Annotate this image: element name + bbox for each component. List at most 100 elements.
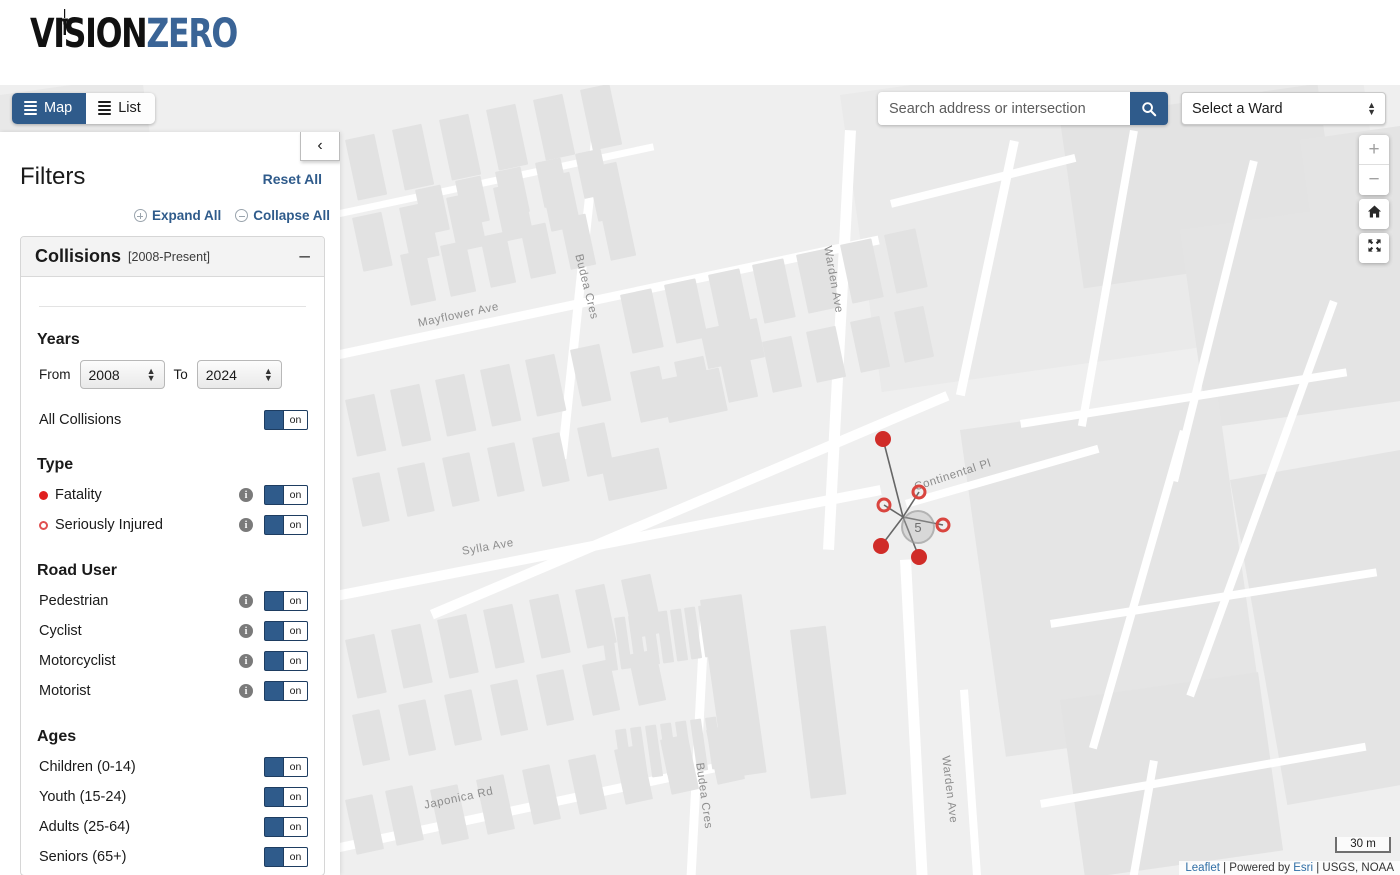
site-logo[interactable]: VISIONZERO (30, 9, 265, 57)
search-group (878, 92, 1168, 125)
search-input[interactable] (878, 92, 1130, 125)
map-building (345, 393, 387, 457)
info-icon[interactable]: i (239, 594, 253, 608)
years-row: From 2008 ▲ ▼ To 2024 ▲ ▼ (37, 360, 308, 389)
cluster-marker[interactable]: 5 (901, 510, 935, 544)
fatality-marker[interactable] (911, 549, 927, 565)
map-building (435, 373, 477, 437)
home-button[interactable] (1359, 199, 1389, 229)
map-building (529, 593, 571, 659)
filter-row-seriously-injured: Seriously Injured i on (37, 510, 308, 540)
info-icon[interactable]: i (239, 654, 253, 668)
minus-icon[interactable]: – (299, 247, 310, 266)
map-building (660, 367, 728, 424)
info-icon[interactable]: i (239, 624, 253, 638)
filter-controls: on (264, 847, 308, 867)
tab-map-label: Map (44, 100, 73, 116)
filters-panel: ‹ Filters Reset All Expand All Collapse … (0, 132, 340, 875)
info-icon[interactable]: i (239, 684, 253, 698)
toggle-seriously-injured[interactable]: on (264, 515, 308, 535)
toggle-fatality[interactable]: on (264, 485, 308, 505)
collisions-card-header[interactable]: Collisions [2008-Present] – (21, 237, 324, 277)
filter-controls: i on (239, 651, 308, 671)
reset-all-button[interactable]: Reset All (263, 171, 322, 187)
zoom-in-button[interactable]: + (1359, 135, 1389, 165)
toggle-children-0-14[interactable]: on (264, 757, 308, 777)
filter-label-wrap: Adults (25-64) (39, 819, 130, 835)
year-from-select[interactable]: 2008 ▲ ▼ (79, 360, 165, 389)
filter-label: Adults (25-64) (39, 819, 131, 835)
map-building (390, 383, 432, 447)
filter-label: Seniors (65+) (39, 849, 127, 865)
toggle-cyclist[interactable]: on (264, 621, 308, 641)
toggle-youth-15-24[interactable]: on (264, 787, 308, 807)
zoom-controls[interactable]: + − (1359, 135, 1389, 195)
list-lines-icon (98, 101, 112, 116)
filter-controls: i on (239, 591, 308, 611)
year-to-value: 2024 (205, 366, 237, 383)
filter-label-wrap: Fatality (39, 487, 102, 503)
toggle-seniors-65[interactable]: on (264, 847, 308, 867)
map-scale-bar: 30 m (1335, 837, 1391, 853)
year-to-select[interactable]: 2024 ▲ ▼ (196, 360, 282, 389)
toggle-state-label: on (283, 622, 307, 640)
serious-injury-marker[interactable] (911, 484, 927, 500)
tab-list[interactable]: List (86, 93, 155, 124)
toggle-state-label: on (283, 486, 307, 504)
collapse-panel-button[interactable]: ‹ (300, 132, 340, 161)
tab-map[interactable]: Map (12, 93, 87, 124)
map-building (480, 363, 522, 427)
toggle-pedestrian[interactable]: on (264, 591, 308, 611)
map-building (476, 774, 516, 835)
collisions-card-range: [2008-Present] (128, 249, 211, 264)
map-building (439, 113, 482, 181)
ward-select[interactable]: Select a Ward ▲ ▼ (1181, 92, 1386, 125)
section-divider (39, 306, 306, 307)
collapse-all-button[interactable]: Collapse All (235, 208, 330, 223)
expand-all-button[interactable]: Expand All (133, 208, 221, 223)
home-control[interactable] (1359, 199, 1389, 229)
filter-label: Motorist (39, 683, 91, 699)
map-building (345, 633, 387, 699)
attribution-leaflet-link[interactable]: Leaflet (1185, 862, 1220, 874)
map-road (900, 559, 928, 875)
ward-select-value: Select a Ward (1192, 100, 1283, 117)
toggle-all-collisions[interactable]: on (264, 410, 308, 430)
attribution-esri-link[interactable]: Esri (1293, 862, 1313, 874)
brand-header: VISIONZERO (0, 0, 1400, 85)
filter-label: Seriously Injured (55, 517, 163, 533)
toggle-motorcyclist[interactable]: on (264, 651, 308, 671)
filter-label: Cyclist (39, 623, 82, 639)
info-icon[interactable]: i (239, 488, 253, 502)
filter-row-cyclist: Cyclist i on (37, 616, 308, 646)
fatality-marker[interactable] (875, 431, 891, 447)
street-label: Warden Ave (939, 755, 960, 824)
fatality-marker[interactable] (873, 538, 889, 554)
zoom-out-button[interactable]: − (1359, 165, 1389, 195)
toggle-adults-25-64[interactable]: on (264, 817, 308, 837)
vision-zero-app: VISIONZERO Mayflower Ave Budea Cres Warden… (0, 0, 1400, 875)
toggle-state-label: on (283, 411, 307, 429)
map-building (796, 248, 840, 314)
fullscreen-control[interactable] (1359, 233, 1389, 263)
filter-label-wrap: Motorcyclist (39, 653, 116, 669)
street-label: Sylla Ave (461, 536, 515, 558)
filter-label-wrap: Cyclist (39, 623, 82, 639)
map-building (392, 123, 435, 191)
filter-controls: on (264, 787, 308, 807)
tab-list-label: List (118, 100, 141, 116)
all-collisions-label: All Collisions (39, 412, 122, 428)
from-label: From (39, 367, 71, 382)
serious-injury-marker[interactable] (935, 517, 951, 533)
filter-row-fatality: Fatality i on (37, 480, 308, 510)
serious-ring-icon (39, 520, 48, 530)
toggle-state-label: on (283, 818, 307, 836)
serious-injury-marker[interactable] (876, 497, 892, 513)
fullscreen-button[interactable] (1359, 233, 1389, 263)
logo-text-zero: ZERO (146, 11, 238, 57)
toggle-motorist[interactable]: on (264, 681, 308, 701)
search-button[interactable] (1130, 92, 1168, 125)
info-icon[interactable]: i (239, 518, 253, 532)
map-building (522, 764, 562, 825)
map-building (568, 754, 608, 815)
